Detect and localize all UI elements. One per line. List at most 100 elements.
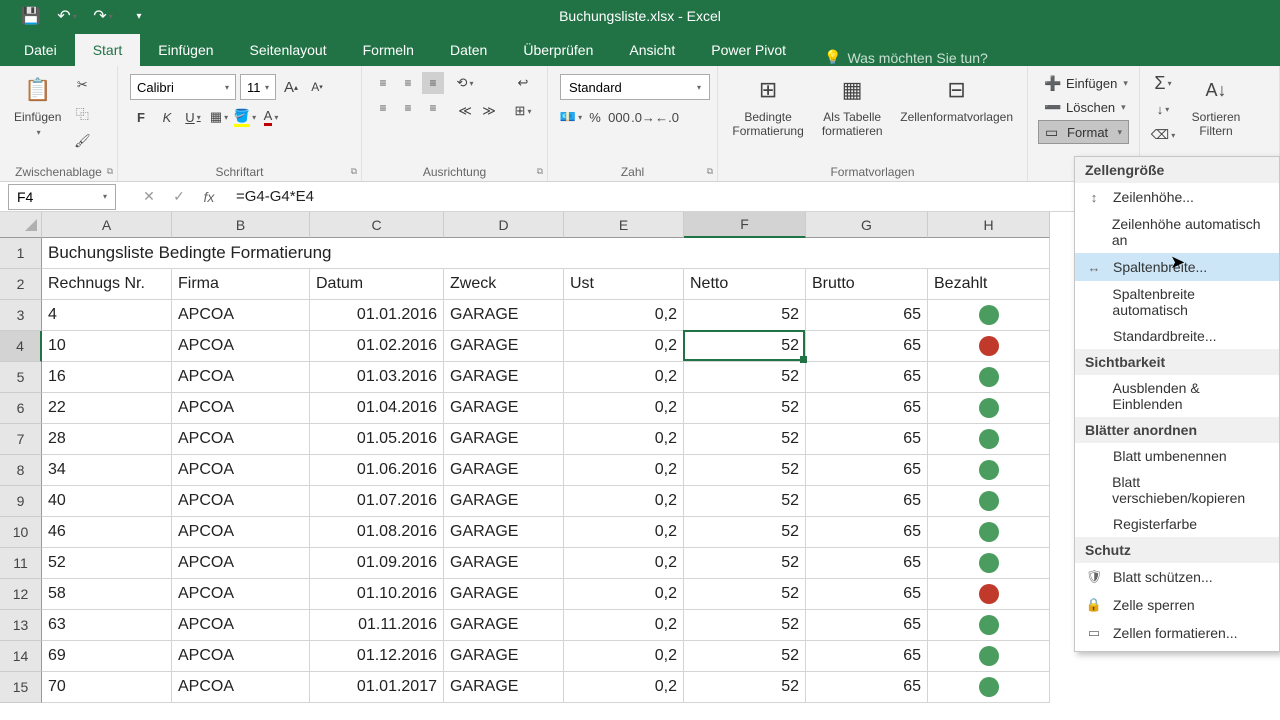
cell-A8[interactable]: 34	[42, 455, 172, 486]
decrease-decimal-icon[interactable]: ←.0	[656, 106, 678, 128]
cancel-icon[interactable]: ✕	[134, 184, 164, 210]
cell-C4[interactable]: 01.02.2016	[310, 331, 444, 362]
cell-A5[interactable]: 16	[42, 362, 172, 393]
cell-H8[interactable]	[928, 455, 1050, 486]
cell-H12[interactable]	[928, 579, 1050, 610]
title-cell[interactable]: Buchungsliste Bedingte Formatierung	[42, 238, 1050, 269]
cell-B6[interactable]: APCOA	[172, 393, 310, 424]
cell-F5[interactable]: 52	[684, 362, 806, 393]
decrease-font-icon[interactable]: A▾	[306, 76, 328, 98]
cell-C3[interactable]: 01.01.2016	[310, 300, 444, 331]
ctx-move-copy-sheet[interactable]: Blatt verschieben/kopieren	[1075, 469, 1279, 511]
col-header-A[interactable]: A	[42, 212, 172, 238]
row-header-13[interactable]: 13	[0, 610, 42, 641]
border-icon[interactable]: ▦▾	[208, 106, 230, 128]
col-header-C[interactable]: C	[310, 212, 444, 238]
increase-decimal-icon[interactable]: .0→	[632, 106, 654, 128]
tell-me[interactable]: 💡 Was möchten Sie tun?	[824, 49, 988, 66]
cell-B15[interactable]: APCOA	[172, 672, 310, 703]
font-launcher-icon[interactable]: ⧉	[351, 166, 357, 177]
tab-ansicht[interactable]: Ansicht	[611, 34, 693, 66]
cell-D8[interactable]: GARAGE	[444, 455, 564, 486]
cell-B8[interactable]: APCOA	[172, 455, 310, 486]
cell-F8[interactable]: 52	[684, 455, 806, 486]
cell-A12[interactable]: 58	[42, 579, 172, 610]
enter-icon[interactable]: ✓	[164, 184, 194, 210]
save-icon[interactable]: 💾	[18, 3, 44, 29]
cell-G7[interactable]: 65	[806, 424, 928, 455]
cell-H7[interactable]	[928, 424, 1050, 455]
cell-G9[interactable]: 65	[806, 486, 928, 517]
cell-C12[interactable]: 01.10.2016	[310, 579, 444, 610]
cell-H11[interactable]	[928, 548, 1050, 579]
cell-C9[interactable]: 01.07.2016	[310, 486, 444, 517]
fill-icon[interactable]: ↓▾	[1152, 98, 1174, 120]
cell-G10[interactable]: 65	[806, 517, 928, 548]
cell-D14[interactable]: GARAGE	[444, 641, 564, 672]
cell-F12[interactable]: 52	[684, 579, 806, 610]
col-header-B[interactable]: B	[172, 212, 310, 238]
delete-cells-button[interactable]: ➖Löschen▾	[1038, 96, 1129, 118]
cell-F9[interactable]: 52	[684, 486, 806, 517]
ctx-column-width[interactable]: ↔Spaltenbreite...	[1075, 253, 1279, 281]
format-cells-button[interactable]: ▭Format▾	[1038, 120, 1129, 144]
fx-icon[interactable]: fx	[194, 184, 224, 210]
cell-H4[interactable]	[928, 331, 1050, 362]
cell-B9[interactable]: APCOA	[172, 486, 310, 517]
cell-C5[interactable]: 01.03.2016	[310, 362, 444, 393]
accounting-format-icon[interactable]: 💶▾	[560, 106, 582, 128]
undo-icon[interactable]: ↶▾	[54, 3, 80, 29]
row-header-12[interactable]: 12	[0, 579, 42, 610]
font-name-select[interactable]: Calibri▾	[130, 74, 236, 100]
cell-E6[interactable]: 0,2	[564, 393, 684, 424]
cell-H3[interactable]	[928, 300, 1050, 331]
cell-G13[interactable]: 65	[806, 610, 928, 641]
cell-B12[interactable]: APCOA	[172, 579, 310, 610]
header-a[interactable]: Rechnugs Nr.	[42, 269, 172, 300]
cell-C14[interactable]: 01.12.2016	[310, 641, 444, 672]
header-f[interactable]: Netto	[684, 269, 806, 300]
cell-E8[interactable]: 0,2	[564, 455, 684, 486]
ctx-row-autofit[interactable]: Zeilenhöhe automatisch an	[1075, 211, 1279, 253]
tab-start[interactable]: Start	[75, 34, 141, 66]
ctx-row-height[interactable]: ↕Zeilenhöhe...	[1075, 183, 1279, 211]
align-bottom-icon[interactable]: ≡	[422, 72, 444, 94]
tab-datei[interactable]: Datei	[6, 34, 75, 66]
row-header-9[interactable]: 9	[0, 486, 42, 517]
autosum-icon[interactable]: Σ▾	[1152, 72, 1174, 94]
decrease-indent-icon[interactable]: ≪	[454, 100, 476, 122]
align-top-icon[interactable]: ≡	[372, 72, 394, 94]
cell-E11[interactable]: 0,2	[564, 548, 684, 579]
cell-C15[interactable]: 01.01.2017	[310, 672, 444, 703]
cell-A9[interactable]: 40	[42, 486, 172, 517]
cell-B11[interactable]: APCOA	[172, 548, 310, 579]
col-header-H[interactable]: H	[928, 212, 1050, 238]
cell-D9[interactable]: GARAGE	[444, 486, 564, 517]
cell-A10[interactable]: 46	[42, 517, 172, 548]
cell-A15[interactable]: 70	[42, 672, 172, 703]
cell-D10[interactable]: GARAGE	[444, 517, 564, 548]
cell-G11[interactable]: 65	[806, 548, 928, 579]
row-header-5[interactable]: 5	[0, 362, 42, 393]
cell-F10[interactable]: 52	[684, 517, 806, 548]
cell-styles-button[interactable]: ⊟Zellenformatvorlagen	[894, 70, 1019, 179]
cell-A13[interactable]: 63	[42, 610, 172, 641]
header-b[interactable]: Firma	[172, 269, 310, 300]
row-header-1[interactable]: 1	[0, 238, 42, 269]
cell-A4[interactable]: 10	[42, 331, 172, 362]
wrap-text-icon[interactable]: ↩	[512, 72, 534, 94]
cell-C13[interactable]: 01.11.2016	[310, 610, 444, 641]
ctx-default-width[interactable]: Standardbreite...	[1075, 323, 1279, 349]
ctx-lock-cell[interactable]: 🔒Zelle sperren	[1075, 591, 1279, 619]
cell-A14[interactable]: 69	[42, 641, 172, 672]
cell-G5[interactable]: 65	[806, 362, 928, 393]
cell-H10[interactable]	[928, 517, 1050, 548]
cell-F15[interactable]: 52	[684, 672, 806, 703]
cell-H15[interactable]	[928, 672, 1050, 703]
cell-E5[interactable]: 0,2	[564, 362, 684, 393]
cell-C8[interactable]: 01.06.2016	[310, 455, 444, 486]
cell-F11[interactable]: 52	[684, 548, 806, 579]
number-format-select[interactable]: Standard▾	[560, 74, 710, 100]
cell-B7[interactable]: APCOA	[172, 424, 310, 455]
header-g[interactable]: Brutto	[806, 269, 928, 300]
